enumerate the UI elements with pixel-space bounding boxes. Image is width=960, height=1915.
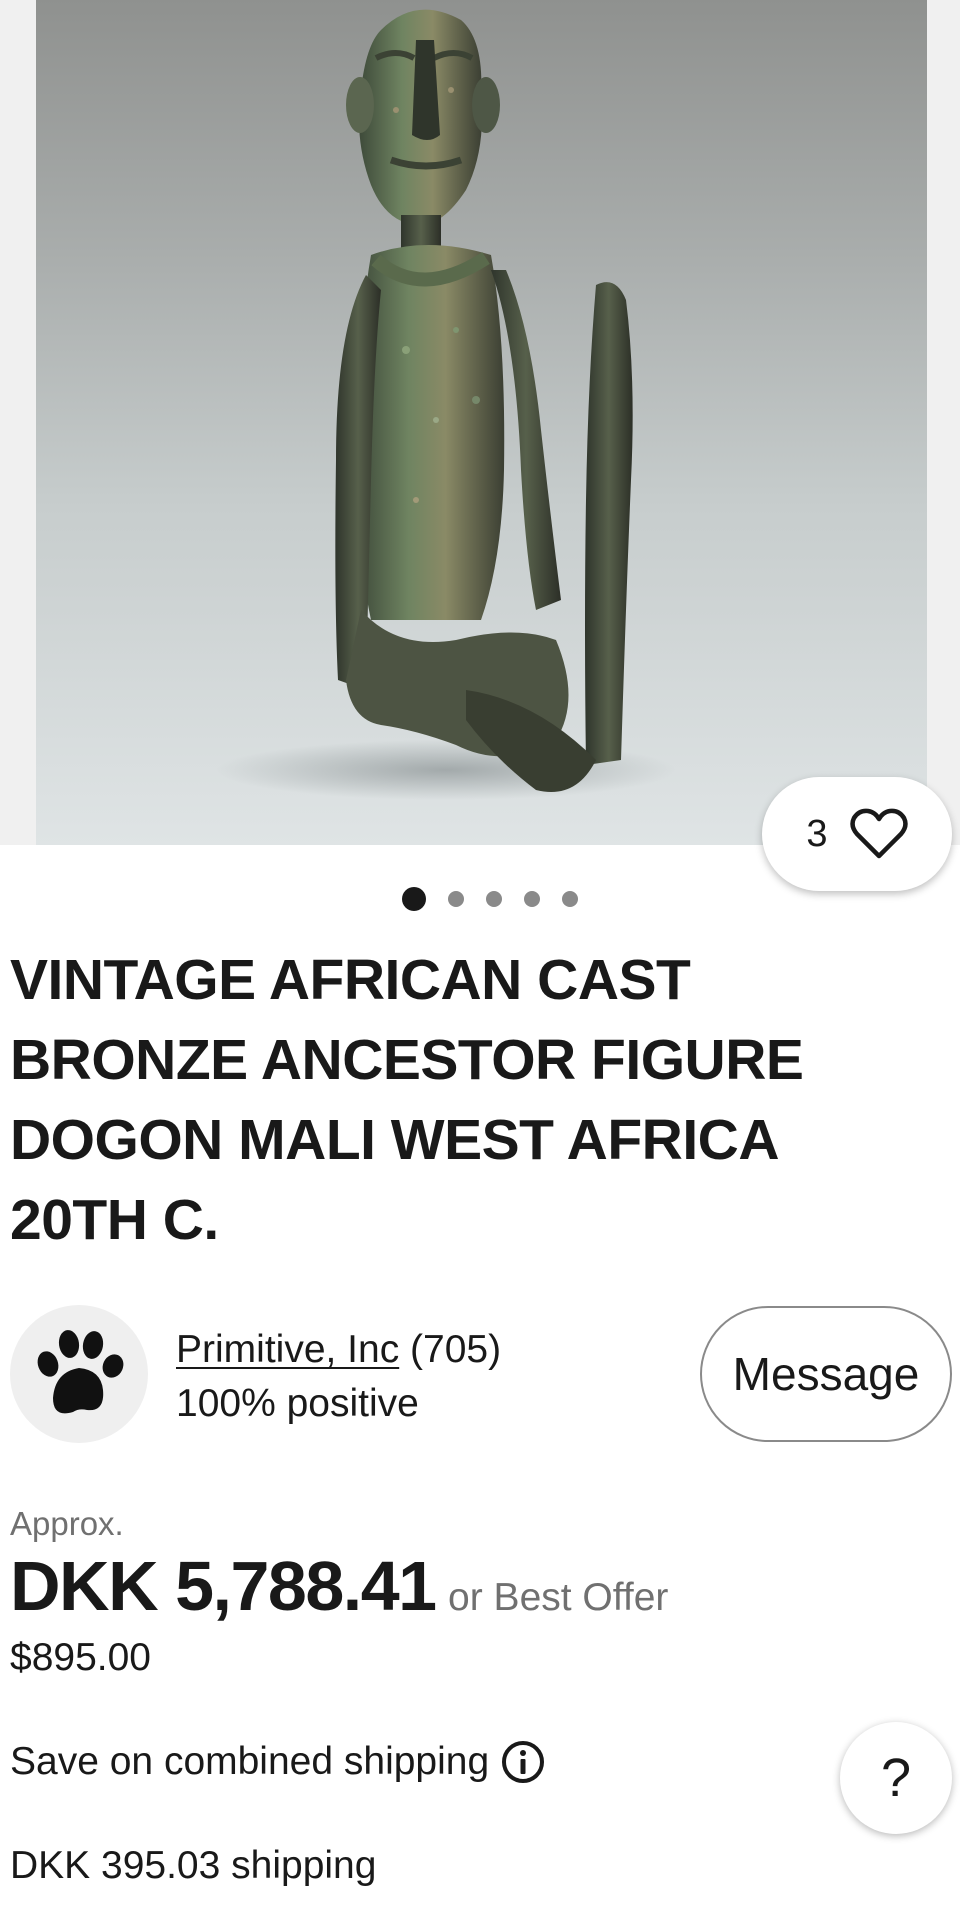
combined-shipping-label: Save on combined shipping xyxy=(10,1740,490,1783)
carousel-dot-2[interactable] xyxy=(448,891,464,907)
product-photo[interactable] xyxy=(36,0,927,845)
image-carousel[interactable] xyxy=(0,0,960,845)
watch-count: 3 xyxy=(806,812,828,855)
seller-name-link[interactable]: Primitive, Inc xyxy=(176,1328,399,1371)
help-button[interactable]: ? xyxy=(840,1722,952,1834)
approx-label: Approx. xyxy=(10,1505,124,1542)
carousel-indicator xyxy=(0,887,960,911)
carousel-dot-1[interactable] xyxy=(402,887,426,911)
combined-shipping[interactable]: Save on combined shipping xyxy=(10,1740,545,1784)
heart-icon xyxy=(849,808,908,859)
seller-line: Primitive, Inc (705) xyxy=(176,1325,501,1375)
carousel-dot-5[interactable] xyxy=(562,891,578,907)
watch-button[interactable]: 3 xyxy=(762,777,952,891)
price-main: DKK 5,788.41 xyxy=(10,1547,437,1625)
seller-info: Primitive, Inc (705) 100% positive xyxy=(176,1325,501,1433)
price-row: DKK 5,788.41 or Best Offer xyxy=(10,1546,668,1626)
listing-title: VINTAGE AFRICAN CAST BRONZE ANCESTOR FIG… xyxy=(10,948,804,1252)
carousel-dot-3[interactable] xyxy=(486,891,502,907)
info-icon[interactable] xyxy=(501,1740,545,1784)
shipping-cost: DKK 395.03 shipping xyxy=(10,1844,377,1887)
paw-print-icon xyxy=(37,1330,124,1414)
seller-feedback-count: (705) xyxy=(410,1328,502,1371)
best-offer-label: or Best Offer xyxy=(448,1576,669,1619)
carousel-dot-4[interactable] xyxy=(524,891,540,907)
bronze-figure-illustration xyxy=(216,9,676,800)
message-seller-button[interactable]: Message xyxy=(700,1306,952,1442)
original-price: $895.00 xyxy=(10,1636,151,1679)
seller-feedback-percent: 100% positive xyxy=(176,1382,419,1425)
seller-avatar[interactable] xyxy=(10,1305,148,1443)
